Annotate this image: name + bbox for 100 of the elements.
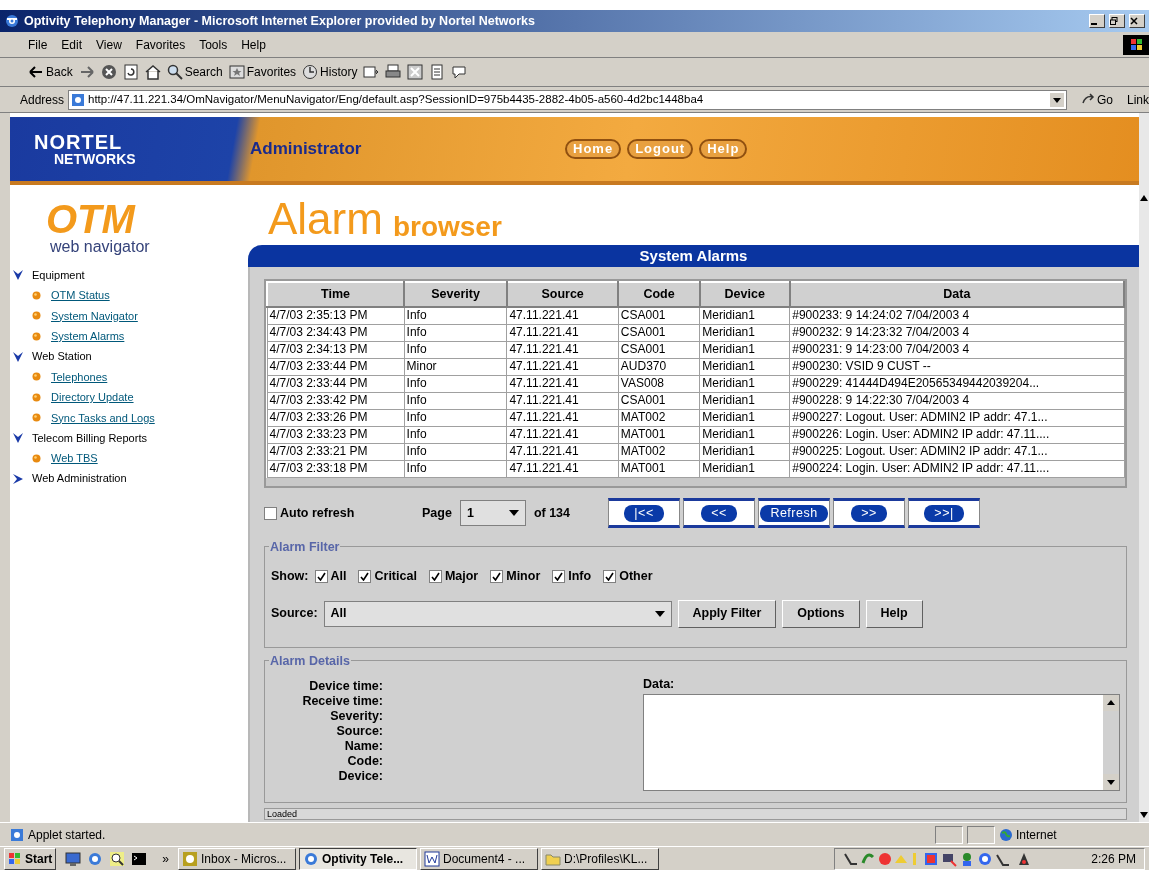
table-cell: 4/7/03 2:33:42 PM bbox=[267, 392, 405, 409]
start-button[interactable]: Start bbox=[4, 847, 57, 870]
bullet-icon bbox=[32, 453, 41, 463]
search-icon[interactable] bbox=[109, 850, 126, 867]
restore-button[interactable] bbox=[1109, 14, 1125, 28]
home-button[interactable] bbox=[144, 64, 161, 80]
forward-button[interactable] bbox=[78, 64, 95, 80]
page-icon bbox=[10, 827, 24, 842]
print-button[interactable] bbox=[385, 64, 402, 80]
status-bar-panel bbox=[967, 825, 995, 844]
pager-button[interactable]: |<< bbox=[608, 498, 681, 528]
brand-subtitle: web navigator bbox=[49, 239, 151, 255]
discuss-button[interactable] bbox=[451, 64, 468, 80]
source-dropdown[interactable]: All bbox=[323, 600, 672, 627]
sidebar-group[interactable]: Web Station bbox=[32, 348, 92, 365]
field-label: Code: bbox=[346, 754, 383, 769]
menu-item[interactable]: Edit bbox=[61, 35, 83, 54]
menu-item[interactable]: File bbox=[28, 35, 48, 54]
desktop-icon[interactable] bbox=[65, 850, 82, 867]
taskbar-button[interactable]: Optivity Tele... bbox=[299, 847, 418, 870]
table-cell: 47.11.221.41 bbox=[506, 426, 619, 443]
more-chevron[interactable]: » bbox=[156, 849, 176, 868]
column-header[interactable]: Severity bbox=[404, 282, 507, 307]
minimize-button[interactable] bbox=[1089, 14, 1105, 28]
table-cell: Meridian1 bbox=[699, 358, 790, 375]
console-icon[interactable] bbox=[131, 850, 148, 867]
taskbar-button[interactable]: Inbox - Micros... bbox=[178, 847, 297, 870]
chevron-down-icon[interactable] bbox=[12, 432, 24, 444]
refresh-button[interactable] bbox=[122, 64, 139, 80]
close-button[interactable] bbox=[1129, 14, 1145, 28]
filter-button[interactable]: Apply Filter bbox=[677, 599, 777, 628]
status-bar-panel bbox=[935, 825, 963, 844]
menu-item[interactable]: Favorites bbox=[135, 35, 186, 54]
favorites-button[interactable]: Favorites bbox=[228, 63, 297, 81]
document-button[interactable] bbox=[429, 64, 446, 80]
checkbox[interactable] bbox=[552, 569, 566, 583]
checkbox[interactable] bbox=[490, 569, 504, 583]
scroll-up-icon[interactable] bbox=[1103, 694, 1119, 711]
sidebar-group[interactable]: Telecom Billing Reports bbox=[32, 429, 147, 447]
browser-icon[interactable] bbox=[87, 850, 104, 867]
menu-item[interactable]: Tools bbox=[199, 35, 228, 54]
menu-item[interactable]: View bbox=[96, 35, 122, 54]
table-cell: MAT002 bbox=[618, 409, 700, 426]
filter-button[interactable]: Help bbox=[865, 599, 923, 628]
checkbox[interactable] bbox=[358, 569, 372, 583]
search-button[interactable]: Search bbox=[166, 63, 223, 81]
column-header[interactable]: Time bbox=[267, 282, 405, 307]
sidebar-group[interactable]: Web Administration bbox=[32, 470, 127, 487]
chevron-right-icon[interactable] bbox=[12, 472, 24, 485]
go-button[interactable]: Go bbox=[1070, 90, 1123, 109]
table-cell: CSA001 bbox=[618, 341, 700, 358]
column-header[interactable]: Device bbox=[699, 282, 790, 307]
zone-label: Internet bbox=[1016, 826, 1057, 844]
sidebar-group[interactable]: Equipment bbox=[32, 266, 85, 284]
checkbox[interactable] bbox=[428, 569, 442, 583]
checkbox[interactable] bbox=[314, 569, 328, 583]
column-header[interactable]: Source bbox=[506, 282, 619, 307]
bullet-icon bbox=[32, 331, 41, 341]
pager-button[interactable]: Refresh bbox=[758, 498, 831, 528]
pager-button[interactable]: >> bbox=[833, 498, 906, 528]
globe-icon bbox=[999, 827, 1013, 842]
sidebar-link[interactable]: Telephones bbox=[51, 368, 108, 385]
stop-button[interactable] bbox=[100, 64, 117, 80]
data-text-area[interactable] bbox=[643, 693, 1120, 791]
page-dropdown[interactable]: 1 bbox=[459, 500, 526, 526]
links-label[interactable]: Link bbox=[1127, 90, 1149, 109]
sidebar-link[interactable]: Directory Update bbox=[51, 389, 134, 406]
scroll-down-icon[interactable] bbox=[1103, 774, 1119, 790]
address-field[interactable]: http://47.11.221.34/OmNavigator/MenuNavigator/Eng/default.asp?SessionID=975b4435-2882-4b05-a560-4d2bc1448ba4 bbox=[68, 89, 1067, 110]
column-header[interactable]: Code bbox=[618, 282, 700, 307]
checkbox[interactable] bbox=[603, 569, 617, 583]
pager-button[interactable]: << bbox=[683, 498, 756, 528]
checkbox[interactable] bbox=[264, 506, 277, 520]
pager-button[interactable]: >>| bbox=[908, 498, 981, 528]
taskbar-button[interactable]: D:\Profiles\KL... bbox=[541, 847, 660, 870]
history-button[interactable]: History bbox=[302, 63, 358, 81]
scroll-up-icon[interactable] bbox=[1139, 193, 1149, 203]
chevron-down-icon[interactable] bbox=[12, 350, 24, 363]
sidebar-link[interactable]: System Navigator bbox=[51, 307, 138, 324]
taskbar-button[interactable]: Document4 - ... bbox=[420, 847, 539, 870]
table-cell: CSA001 bbox=[618, 307, 700, 324]
logo-text: NORTEL bbox=[34, 132, 124, 152]
filter-button[interactable]: Options bbox=[782, 599, 860, 628]
column-header[interactable]: Data bbox=[789, 282, 1124, 307]
menu-item[interactable]: Help bbox=[241, 35, 266, 54]
chevron-down-icon[interactable] bbox=[12, 269, 24, 281]
table-cell: 47.11.221.41 bbox=[506, 409, 619, 426]
sidebar-link[interactable]: System Alarms bbox=[51, 328, 125, 345]
print-icon bbox=[385, 64, 402, 80]
sidebar-link[interactable]: Web TBS bbox=[51, 450, 98, 467]
table-cell: Meridian1 bbox=[699, 307, 790, 324]
table-cell: CSA001 bbox=[618, 392, 700, 409]
scroll-down-icon[interactable] bbox=[1139, 810, 1149, 820]
windows-flag-icon bbox=[8, 851, 22, 866]
sidebar-link[interactable]: Sync Tasks and Logs bbox=[51, 409, 155, 426]
sidebar-link[interactable]: OTM Status bbox=[51, 287, 110, 304]
table-cell: MAT001 bbox=[618, 460, 700, 477]
field-label: Source: bbox=[335, 724, 383, 739]
user-role-label: Administrator bbox=[250, 138, 363, 161]
back-button[interactable]: Back bbox=[28, 63, 73, 81]
